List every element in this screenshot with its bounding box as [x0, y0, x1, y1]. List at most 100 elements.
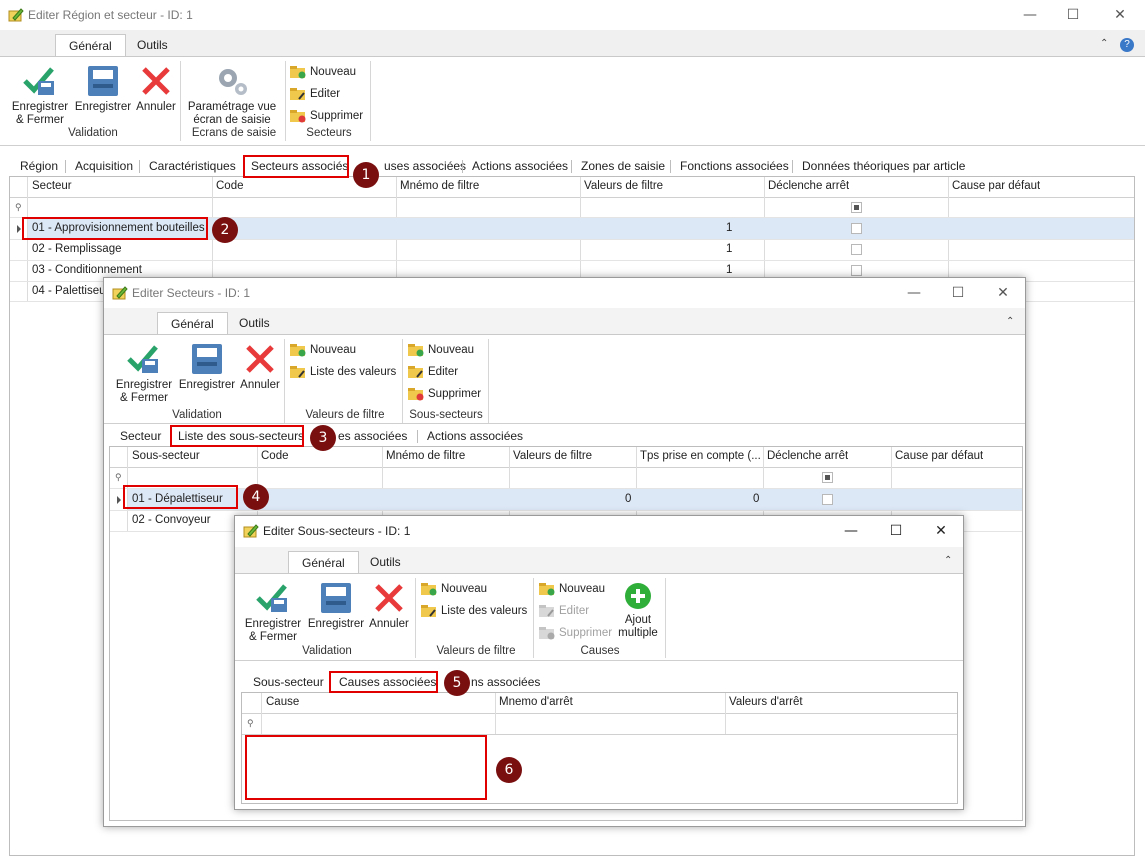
col-declenche[interactable]: Déclenche arrêt	[767, 450, 848, 462]
cancel-button[interactable]: Annuler	[367, 582, 411, 631]
tab-actions-associees[interactable]: Actions associées	[472, 157, 568, 175]
separator	[139, 160, 140, 173]
floppy-icon	[88, 66, 118, 96]
highlight-secteurs-associes-tab	[243, 155, 349, 178]
separator	[65, 160, 66, 173]
check-save-icon	[127, 345, 158, 373]
cancel-button[interactable]: Annuler	[134, 65, 178, 114]
separator	[792, 160, 793, 173]
close-button[interactable]: ✕	[921, 520, 961, 542]
title-bar: Editer Secteurs - ID: 1 — ☐ ✕	[104, 278, 1025, 308]
col-mnemo[interactable]: Mnémo de filtre	[400, 180, 479, 192]
tab-general[interactable]: Général	[55, 34, 126, 57]
save-close-button[interactable]: Enregistrer & Fermer	[8, 65, 72, 127]
tab-causes-associees[interactable]: es associées	[338, 427, 407, 445]
row-secteur[interactable]: 02 - Remplissage	[32, 243, 121, 255]
maximize-button[interactable]: ☐	[938, 282, 978, 304]
list-values-label: Liste des valeurs	[441, 605, 528, 617]
minimize-button[interactable]: —	[831, 520, 871, 542]
tab-general[interactable]: Général	[288, 551, 359, 574]
chevron-up-icon[interactable]: ⌃	[944, 555, 952, 566]
filter-checkbox[interactable]	[851, 202, 862, 213]
filter-pin-icon: ⚲	[15, 202, 22, 212]
grid-line	[110, 510, 1022, 511]
row-checkbox[interactable]	[851, 265, 862, 276]
tab-donnees-theoriques[interactable]: Données théoriques par article	[802, 157, 965, 175]
tab-outils[interactable]: Outils	[357, 551, 414, 573]
ribbon-body: Enregistrer & Fermer Enregistrer Annuler…	[0, 56, 1145, 145]
tab-sous-secteur[interactable]: Sous-secteur	[253, 673, 324, 691]
multi-add-button[interactable]: Ajout multiple	[615, 582, 661, 640]
col-mnemo-arret[interactable]: Mnemo d'arrêt	[499, 696, 573, 708]
tab-actions-associees[interactable]: ns associées	[471, 673, 540, 691]
save-close-button[interactable]: Enregistrer & Fermer	[112, 343, 176, 405]
separator	[665, 578, 666, 658]
group-ecrans-label: Ecrans de saisie	[191, 127, 277, 139]
save-button[interactable]: Enregistrer	[305, 582, 367, 631]
maximize-button[interactable]: ☐	[876, 520, 916, 542]
col-code[interactable]: Code	[261, 450, 289, 462]
col-tps[interactable]: Tps prise en compte (...	[640, 450, 760, 462]
annotation-badge-5: 5	[444, 670, 470, 696]
save-button[interactable]: Enregistrer	[72, 65, 134, 114]
cancel-button[interactable]: Annuler	[238, 343, 282, 392]
close-button[interactable]: ✕	[983, 282, 1023, 304]
row-checkbox[interactable]	[822, 494, 833, 505]
tab-region[interactable]: Région	[20, 157, 58, 175]
help-icon[interactable]: ?	[1120, 38, 1134, 52]
col-valeurs[interactable]: Valeurs de filtre	[513, 450, 592, 462]
tab-actions-associees[interactable]: Actions associées	[427, 427, 523, 445]
tab-general[interactable]: Général	[157, 312, 228, 335]
row-checkbox[interactable]	[851, 244, 862, 255]
row-secteur[interactable]: 03 - Conditionnement	[32, 264, 142, 276]
separator	[462, 160, 463, 173]
col-cause-defaut[interactable]: Cause par défaut	[895, 450, 983, 462]
settings-button[interactable]: Paramétrage vue écran de saisie	[184, 65, 280, 127]
close-button[interactable]: ✕	[1100, 4, 1140, 26]
folder-new-icon	[408, 344, 424, 357]
chevron-up-icon[interactable]: ⌃	[1006, 316, 1014, 327]
col-code[interactable]: Code	[216, 180, 244, 192]
maximize-button[interactable]: ☐	[1053, 4, 1093, 26]
filter-checkbox[interactable]	[822, 472, 833, 483]
col-valeurs-arret[interactable]: Valeurs d'arrêt	[729, 696, 803, 708]
edit-label: Editer	[310, 88, 341, 100]
check-save-icon	[256, 584, 287, 612]
save-label: Enregistrer	[307, 618, 365, 630]
chevron-up-icon[interactable]: ⌃	[1100, 38, 1108, 49]
separator	[571, 160, 572, 173]
save-button[interactable]: Enregistrer	[176, 343, 238, 392]
tab-outils[interactable]: Outils	[124, 34, 181, 56]
col-secteur[interactable]: Secteur	[32, 180, 72, 192]
ribbon: Général Outils ⌃ ? Enregistrer & Fermer …	[0, 30, 1145, 146]
col-sous-secteur[interactable]: Sous-secteur	[132, 450, 200, 462]
tab-zones-saisie[interactable]: Zones de saisie	[581, 157, 665, 175]
row-valeur: 1	[726, 222, 733, 234]
tab-secteur[interactable]: Secteur	[120, 427, 161, 445]
tab-fonctions-associees[interactable]: Fonctions associées	[680, 157, 789, 175]
tab-caracteristiques[interactable]: Caractéristiques	[149, 157, 236, 175]
tab-causes-associees[interactable]: uses associées	[384, 157, 466, 175]
col-mnemo[interactable]: Mnémo de filtre	[386, 450, 465, 462]
floppy-icon	[321, 583, 351, 613]
grid-line	[261, 693, 262, 734]
tab-outils[interactable]: Outils	[226, 312, 283, 334]
highlight-liste-sous-secteurs-tab	[170, 425, 304, 447]
tab-acquisition[interactable]: Acquisition	[75, 157, 133, 175]
save-close-label: Enregistrer & Fermer	[115, 379, 173, 404]
minimize-button[interactable]: —	[894, 282, 934, 304]
annotation-badge-2: 2	[212, 217, 238, 243]
edit-pencil-icon	[8, 7, 24, 26]
row-checkbox[interactable]	[851, 223, 862, 234]
row-sous-secteur[interactable]: 02 - Convoyeur	[132, 514, 211, 526]
save-close-label: Enregistrer & Fermer	[11, 101, 69, 126]
col-declenche[interactable]: Déclenche arrêt	[768, 180, 849, 192]
minimize-button[interactable]: —	[1010, 4, 1050, 26]
col-cause[interactable]: Cause	[266, 696, 299, 708]
row-secteur[interactable]: 04 - Palettiseur	[32, 285, 109, 297]
col-valeurs[interactable]: Valeurs de filtre	[584, 180, 663, 192]
col-cause-defaut[interactable]: Cause par défaut	[952, 180, 1040, 192]
folder-delete-icon	[290, 110, 306, 123]
save-close-button[interactable]: Enregistrer & Fermer	[241, 582, 305, 644]
new-label: Nouveau	[559, 583, 606, 595]
